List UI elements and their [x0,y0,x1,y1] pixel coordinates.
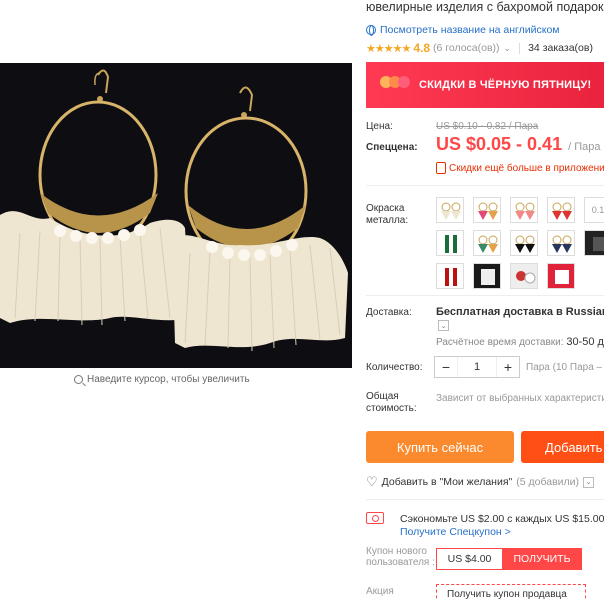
buy-now-button[interactable]: Купить сейчас [366,431,514,463]
delivery-time-value: 30-50 дней [566,336,604,348]
savings-text: Сэкономьте US $2.00 с каждых US $15.00 [400,513,604,525]
swatch-11[interactable] [436,263,464,289]
tassel-earrings-photo [0,63,352,368]
quantity-plus-button[interactable]: + [497,357,519,377]
quantity-input[interactable]: 1 [457,357,497,377]
color-label: Окраска металла: [366,203,409,226]
get-coupon-button[interactable]: ПОЛУЧИТЬ [502,548,582,570]
total-note: Зависит от выбранных характеристик [436,393,604,404]
banner-text: СКИДКИ В ЧЁРНУЮ ПЯТНИЦУ! [419,79,592,91]
app-discount-link[interactable]: Скидки ещё больше в приложении [436,162,604,174]
swatch-1[interactable] [436,197,464,223]
app-discount-text: Скидки ещё больше в приложении [449,162,604,174]
product-title: ювелирные изделия с бахромой подарок [366,0,604,14]
coupon-ticket-icon [366,512,384,524]
product-info-panel: ювелирные изделия с бахромой подарок Пос… [366,0,604,599]
globe-icon [366,25,376,36]
swatch-unavailable[interactable]: 0.1 [584,197,604,223]
swatch-9[interactable] [547,230,575,256]
translate-link-text: Посмотреть название на английском [380,24,560,36]
new-user-coupon-label: Купон нового пользователя : [366,546,435,568]
rating-stars-icon: ★★★★★ [366,42,411,55]
heart-icon: ♡ [366,474,378,489]
swatch-12[interactable] [473,263,501,289]
wishlist-count: (5 добавили) [516,476,580,488]
add-to-cart-button[interactable]: Добавить в корзину [521,431,604,463]
rating-row: ★★★★★ 4.8 (6 голоса(ов)) ⌄ 34 заказа(ов) [366,41,593,55]
chevron-down-icon[interactable]: ⌄ [504,43,512,54]
rating-score: 4.8 [413,41,430,55]
price-label: Цена: [366,121,393,132]
seller-coupon-text: Получить купон продавца [447,588,567,599]
swatch-8[interactable] [510,230,538,256]
translate-title-link[interactable]: Посмотреть название на английском [366,24,560,36]
delivery-time-label: Расчётное время доставки: [436,337,564,348]
divider [366,185,604,186]
quantity-label: Количество: [366,362,423,373]
product-main-image[interactable] [0,63,352,368]
swatch-10[interactable] [584,230,604,256]
shipping-dropdown-chevron-icon[interactable]: ⌄ [438,320,449,331]
promo-label: Акция [366,586,394,597]
swatch-6[interactable] [436,230,464,256]
swatch-2[interactable] [473,197,501,223]
rating-votes-link[interactable]: (6 голоса(ов)) [433,42,500,54]
zoom-hint: Наведите курсор, чтобы увеличить [74,374,250,385]
swatch-14[interactable] [547,263,575,289]
orders-count: 34 заказа(ов) [528,42,593,54]
special-price-value: US $0.05 - 0.41 [436,134,563,154]
quantity-minus-button[interactable]: − [435,357,457,377]
banner-dots-icon [380,76,410,88]
separator [519,42,521,54]
delivery-time: Расчётное время доставки: 30-50 дней [436,336,604,348]
total-label: Общая стоимость: [366,391,417,414]
price-unit: / Пара [568,141,601,153]
swatch-3[interactable] [510,197,538,223]
get-special-coupon-link[interactable]: Получите Спецкупон > [400,526,511,538]
shipping-method: Бесплатная доставка в Russian Federation [436,306,604,318]
shipping-label: Доставка: [366,307,412,318]
old-price: US $0.10 - 0.82 / Пара [436,121,539,132]
special-price-label: Спеццена: [366,142,418,153]
magnifier-icon [74,375,83,384]
black-friday-banner[interactable]: СКИДКИ В ЧЁРНУЮ ПЯТНИЦУ! [366,62,604,108]
swatch-7[interactable] [473,230,501,256]
phone-icon [436,162,446,174]
divider [366,295,604,296]
swatch-13[interactable] [510,263,538,289]
special-price: US $0.05 - 0.41 / Пара [436,134,600,155]
quantity-note: Пара (10 Пара – есть в наличии) [526,362,604,373]
add-to-wishlist[interactable]: ♡ Добавить в "Мои желания" (5 добавили) … [366,474,595,490]
zoom-hint-text: Наведите курсор, чтобы увеличить [87,374,250,385]
new-user-coupon-amount: US $4.00 [436,548,502,570]
wishlist-text: Добавить в "Мои желания" [381,476,513,488]
wishlist-dropdown-chevron-icon[interactable]: ⌄ [583,476,595,488]
seller-coupon-dropdown[interactable]: Получить купон продавца [436,584,586,599]
swatch-4[interactable] [547,197,575,223]
quantity-stepper: − 1 + [434,356,520,378]
divider [366,499,604,500]
